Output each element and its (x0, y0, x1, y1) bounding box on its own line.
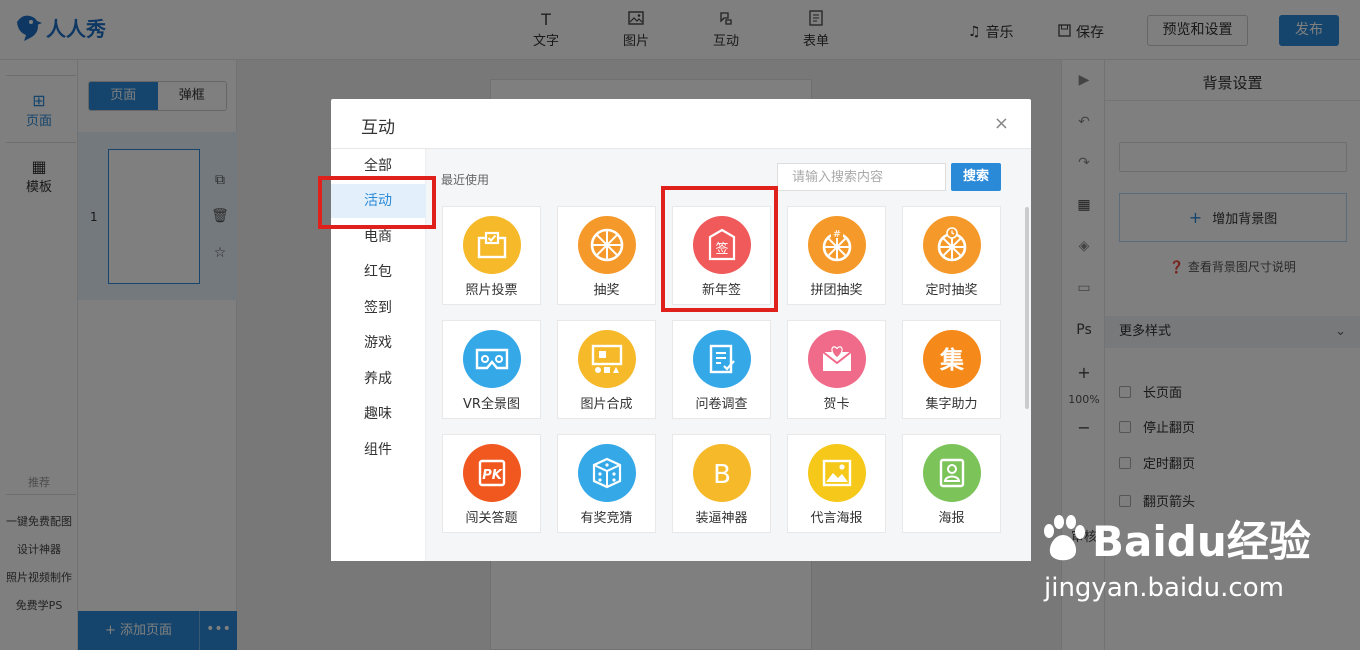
interaction-content: 最近使用 搜索 照片投票 抽奖 签 新年签 # 拼团抽奖 (426, 149, 1031, 561)
item-photo-vote[interactable]: 照片投票 (442, 206, 541, 305)
category-list: 全部 活动 电商 红包 签到 游戏 养成 趣味 组件 (331, 149, 426, 561)
search-button[interactable]: 搜索 (951, 163, 1001, 191)
category-ecommerce[interactable]: 电商 (331, 220, 426, 254)
item-label: 装逼神器 (695, 511, 748, 526)
item-survey[interactable]: 问卷调查 (672, 320, 771, 419)
item-label: 新年签 (701, 283, 741, 298)
item-label: 集字助力 (925, 397, 978, 412)
category-components[interactable]: 组件 (331, 433, 426, 467)
interaction-modal: 互动 × 全部 活动 电商 红包 签到 游戏 养成 趣味 组件 最近使用 搜索 … (331, 99, 1031, 561)
item-label: 有奖竞猜 (580, 511, 633, 526)
svg-text:签: 签 (715, 241, 728, 257)
item-timed-lottery[interactable]: 定时抽奖 (902, 206, 1001, 305)
item-pk-quiz[interactable]: PK 闯关答题 (442, 434, 541, 533)
item-greeting-card[interactable]: 贺卡 (787, 320, 886, 419)
new-year-sign-icon: 签 (693, 216, 751, 274)
category-game[interactable]: 游戏 (331, 326, 426, 360)
recent-label: 最近使用 (441, 173, 490, 187)
item-label: 问卷调查 (695, 397, 748, 412)
item-label: 贺卡 (823, 397, 850, 412)
item-label: 定时抽奖 (925, 283, 978, 298)
item-prize-guess[interactable]: 有奖竞猜 (557, 434, 656, 533)
item-label: 照片投票 (465, 283, 518, 298)
item-vr-panorama[interactable]: VR全景图 (442, 320, 541, 419)
survey-icon (693, 330, 751, 388)
item-label: 拼团抽奖 (810, 283, 863, 298)
dice-icon (578, 444, 636, 502)
svg-text:B: B (713, 460, 731, 489)
pk-quiz-icon: PK (463, 444, 521, 502)
category-check-in[interactable]: 签到 (331, 291, 426, 325)
wheel-icon (578, 216, 636, 274)
item-new-year-sign[interactable]: 签 新年签 (672, 206, 771, 305)
category-activity[interactable]: 活动 (331, 184, 426, 218)
category-nurture[interactable]: 养成 (331, 362, 426, 396)
item-image-compose[interactable]: 图片合成 (557, 320, 656, 419)
photo-vote-icon (463, 216, 521, 274)
item-group-lottery[interactable]: # 拼团抽奖 (787, 206, 886, 305)
svg-text:集: 集 (939, 346, 965, 374)
item-poster[interactable]: 海报 (902, 434, 1001, 533)
item-collect-characters[interactable]: 集 集字助力 (902, 320, 1001, 419)
item-label: 闯关答题 (465, 511, 518, 526)
category-fun[interactable]: 趣味 (331, 397, 426, 431)
poster-icon (808, 444, 866, 502)
search-input[interactable] (777, 163, 946, 191)
collect-char-icon: 集 (923, 330, 981, 388)
item-spokesperson-poster[interactable]: 代言海报 (787, 434, 886, 533)
b-icon: B (693, 444, 751, 502)
image-compose-icon (578, 330, 636, 388)
item-label: 图片合成 (580, 397, 633, 412)
timed-wheel-icon (923, 216, 981, 274)
item-lottery[interactable]: 抽奖 (557, 206, 656, 305)
close-icon[interactable]: × (994, 113, 1009, 134)
scrollbar[interactable] (1025, 207, 1029, 409)
greeting-card-icon (808, 330, 866, 388)
svg-text:#: # (833, 229, 841, 240)
item-label: VR全景图 (463, 397, 520, 412)
group-wheel-icon: # (808, 216, 866, 274)
modal-title: 互动 (361, 118, 395, 138)
item-label: 抽奖 (593, 283, 620, 298)
svg-text:PK: PK (482, 468, 503, 483)
category-all[interactable]: 全部 (331, 149, 426, 183)
vr-icon (463, 330, 521, 388)
category-red-packet[interactable]: 红包 (331, 255, 426, 289)
item-show-off-tool[interactable]: B 装逼神器 (672, 434, 771, 533)
item-label: 代言海报 (810, 511, 863, 526)
poster-person-icon (923, 444, 981, 502)
item-label: 海报 (938, 511, 965, 526)
